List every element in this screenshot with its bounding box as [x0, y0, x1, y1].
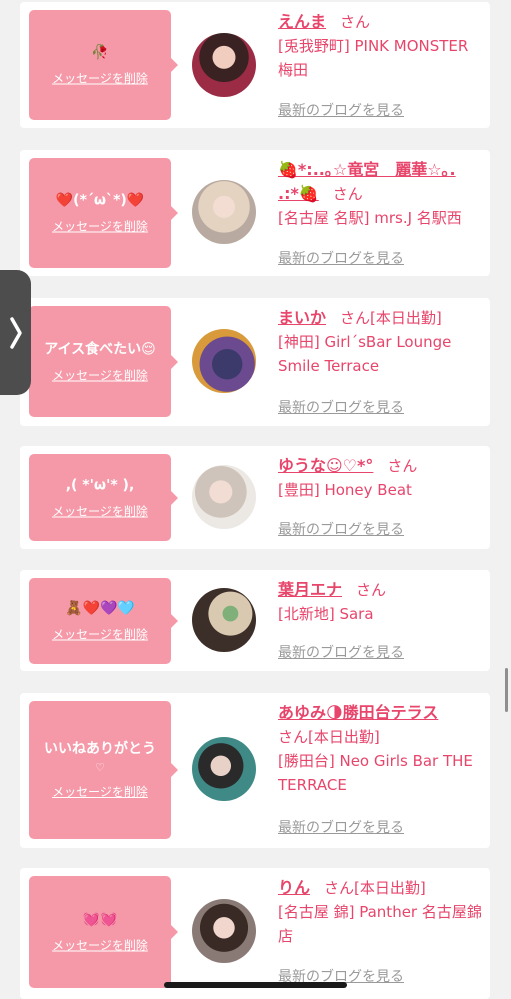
message-bubble: 💓💓 メッセージを削除: [29, 876, 178, 988]
message-bubble: ❤️(*´ω`*)❤️ メッセージを削除: [29, 158, 178, 268]
honorific: さん: [387, 457, 418, 475]
honorific: さん: [356, 581, 387, 599]
blog-link[interactable]: 最新のブログを見る: [278, 248, 404, 268]
avatar[interactable]: [192, 588, 256, 652]
delete-message-link[interactable]: メッセージを削除: [52, 627, 148, 643]
honorific: さん: [332, 185, 363, 203]
honorific: さん: [340, 309, 371, 327]
message-card: ,( *'ω'* ), メッセージを削除 ゆうな☺︎♡*° さん [豊田] Hon…: [20, 446, 490, 549]
message-text: ,( *'ω'* ),: [65, 477, 135, 493]
message-bubble: 🥀 メッセージを削除: [29, 10, 178, 120]
message-text: 💓💓: [82, 911, 118, 928]
avatar[interactable]: [192, 180, 256, 244]
avatar[interactable]: [192, 899, 256, 963]
cast-name-link[interactable]: えんま: [278, 12, 326, 31]
cast-name-link[interactable]: 🍓*:..｡☆竜宮 麗華☆｡. .:*🍓: [278, 160, 456, 203]
avatar[interactable]: [192, 329, 256, 393]
message-card: アイス食べたい😌 メッセージを削除 まいか さん[本日出勤] [神田] Girl´…: [20, 298, 490, 426]
message-card: 💓💓 メッセージを削除 りん さん[本日出勤] [名古屋 錦] Panther 名…: [20, 868, 490, 999]
blog-link[interactable]: 最新のブログを見る: [278, 100, 404, 120]
honorific: さん: [278, 728, 309, 746]
cast-name-link[interactable]: ゆうな☺︎♡*°: [278, 456, 373, 475]
heart-symbol: ♡: [95, 761, 105, 774]
scrollbar[interactable]: [505, 668, 508, 712]
shop-name: [兎我野町] PINK MONSTER梅田: [278, 37, 469, 79]
blog-link[interactable]: 最新のブログを見る: [278, 642, 404, 662]
cast-name-link[interactable]: 葉月エナ: [278, 580, 342, 599]
honorific: さん: [340, 13, 371, 31]
blog-link[interactable]: 最新のブログを見る: [278, 397, 404, 417]
delete-message-link[interactable]: メッセージを削除: [52, 71, 148, 87]
chevron-right-icon: [9, 316, 22, 349]
attendance-tag: [本日出勤]: [308, 728, 380, 746]
message-bubble: ,( *'ω'* ), メッセージを削除: [29, 454, 178, 541]
delete-message-link[interactable]: メッセージを削除: [52, 219, 148, 235]
blog-link[interactable]: 最新のブログを見る: [278, 519, 404, 539]
cast-name-link[interactable]: まいか: [278, 308, 326, 327]
shop-name: [豊田] Honey Beat: [278, 481, 412, 499]
shop-name: [神田] Girl´sBar Lounge Smile Terrace: [278, 333, 452, 375]
message-text: アイス食べたい😌: [44, 341, 156, 357]
attendance-tag: [本日出勤]: [354, 879, 426, 897]
home-indicator: [164, 982, 347, 988]
shop-name: [北新地] Sara: [278, 605, 374, 623]
honorific: さん: [324, 879, 355, 897]
delete-message-link[interactable]: メッセージを削除: [52, 784, 148, 800]
message-card: 🧸❤️💜🩵 メッセージを削除 葉月エナ さん [北新地] Sara 最新のブログを…: [20, 570, 490, 671]
message-text: ❤️(*´ω`*)❤️: [55, 192, 145, 209]
message-bubble: 🧸❤️💜🩵 メッセージを削除: [29, 578, 178, 664]
delete-message-link[interactable]: メッセージを削除: [52, 367, 148, 383]
shop-name: [名古屋 名駅] mrs.J 名駅西: [278, 209, 462, 227]
message-bubble: いいねありがとう ♡ メッセージを削除: [29, 701, 178, 839]
shop-name: [名古屋 錦] Panther 名古屋錦店: [278, 903, 482, 945]
cast-name-link[interactable]: あゆみ🌗勝田台テラス: [278, 703, 438, 722]
blog-link[interactable]: 最新のブログを見る: [278, 817, 404, 837]
shop-name: [勝田台] Neo Girls Bar THE TERRACE: [278, 752, 473, 794]
attendance-tag: [本日出勤]: [370, 309, 442, 327]
side-drawer-toggle[interactable]: [0, 270, 31, 395]
message-text: 🥀: [91, 44, 109, 61]
message-card: いいねありがとう ♡ メッセージを削除 あゆみ🌗勝田台テラス さん[本日出勤] …: [20, 693, 490, 848]
avatar[interactable]: [192, 33, 256, 97]
delete-message-link[interactable]: メッセージを削除: [52, 503, 148, 519]
avatar[interactable]: [192, 737, 256, 801]
message-text: いいねありがとう: [44, 741, 156, 757]
delete-message-link[interactable]: メッセージを削除: [52, 938, 148, 954]
message-bubble: アイス食べたい😌 メッセージを削除: [29, 306, 178, 417]
cast-name-link[interactable]: りん: [278, 878, 310, 897]
message-text: 🧸❤️💜🩵: [65, 600, 135, 617]
message-card: 🥀 メッセージを削除 えんま さん [兎我野町] PINK MONSTER梅田 最…: [20, 2, 490, 128]
message-card: ❤️(*´ω`*)❤️ メッセージを削除 🍓*:..｡☆竜宮 麗華☆｡. .:*…: [20, 150, 490, 276]
avatar[interactable]: [192, 465, 256, 529]
